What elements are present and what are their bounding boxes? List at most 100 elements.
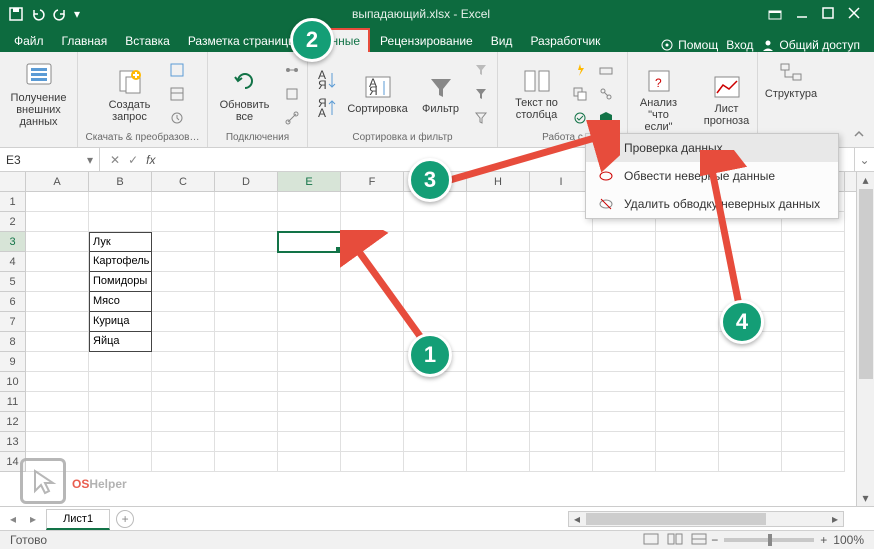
- cell[interactable]: Мясо: [89, 292, 152, 312]
- cell[interactable]: [593, 292, 656, 312]
- cell[interactable]: [152, 412, 215, 432]
- cell[interactable]: [152, 232, 215, 252]
- cell[interactable]: [341, 412, 404, 432]
- tab-home[interactable]: Главная: [54, 30, 116, 52]
- cell[interactable]: [404, 452, 467, 472]
- text-to-columns-button[interactable]: Текст по столбца: [509, 65, 565, 123]
- col-C[interactable]: C: [152, 172, 215, 191]
- col-A[interactable]: A: [26, 172, 89, 191]
- cell[interactable]: [404, 412, 467, 432]
- cell[interactable]: [278, 432, 341, 452]
- cell[interactable]: [530, 412, 593, 432]
- reapply-icon[interactable]: [470, 84, 492, 104]
- cell[interactable]: [782, 372, 845, 392]
- cell[interactable]: [656, 352, 719, 372]
- cell[interactable]: [530, 432, 593, 452]
- cell[interactable]: [593, 352, 656, 372]
- cell[interactable]: [530, 192, 593, 212]
- connections-icon[interactable]: [281, 60, 303, 80]
- cell[interactable]: [152, 192, 215, 212]
- share-button[interactable]: Общий доступ: [761, 38, 860, 52]
- cell[interactable]: [152, 272, 215, 292]
- sheet-nav-prev-icon[interactable]: ◂: [6, 512, 20, 526]
- cell[interactable]: [782, 292, 845, 312]
- cell[interactable]: [278, 232, 341, 252]
- cell[interactable]: [593, 232, 656, 252]
- cell[interactable]: [26, 212, 89, 232]
- cell[interactable]: [593, 312, 656, 332]
- tab-developer[interactable]: Разработчик: [522, 30, 608, 52]
- cell[interactable]: [467, 312, 530, 332]
- cell[interactable]: [278, 372, 341, 392]
- scroll-up-icon[interactable]: ▴: [857, 172, 874, 188]
- cell[interactable]: [593, 452, 656, 472]
- cell[interactable]: [215, 372, 278, 392]
- recent-sources-icon[interactable]: [166, 108, 188, 128]
- col-F[interactable]: F: [341, 172, 404, 191]
- cell[interactable]: [152, 392, 215, 412]
- row-8[interactable]: 8: [0, 332, 26, 352]
- row-10[interactable]: 10: [0, 372, 26, 392]
- cell[interactable]: [656, 332, 719, 352]
- cell[interactable]: [278, 312, 341, 332]
- cell[interactable]: [656, 412, 719, 432]
- cell[interactable]: [278, 212, 341, 232]
- cell[interactable]: [467, 452, 530, 472]
- cell[interactable]: [26, 372, 89, 392]
- cell[interactable]: [782, 412, 845, 432]
- sort-za-icon[interactable]: ЯA: [314, 95, 340, 121]
- save-icon[interactable]: [8, 6, 24, 22]
- zoom-value[interactable]: 100%: [833, 533, 864, 547]
- cell[interactable]: [215, 352, 278, 372]
- cell[interactable]: Лук: [89, 232, 152, 252]
- cell[interactable]: [341, 372, 404, 392]
- tab-pagelayout[interactable]: Разметка страницы: [180, 30, 305, 52]
- cell[interactable]: [26, 272, 89, 292]
- cell[interactable]: [719, 432, 782, 452]
- zoom-in-icon[interactable]: +: [820, 533, 827, 547]
- cell[interactable]: [341, 392, 404, 412]
- from-table-icon[interactable]: [166, 84, 188, 104]
- cell[interactable]: [467, 272, 530, 292]
- remove-duplicates-icon[interactable]: [569, 84, 591, 104]
- cell[interactable]: Яйца: [89, 332, 152, 352]
- cell[interactable]: [656, 452, 719, 472]
- cell[interactable]: [530, 452, 593, 472]
- row-12[interactable]: 12: [0, 412, 26, 432]
- cell[interactable]: [215, 192, 278, 212]
- cell[interactable]: [26, 292, 89, 312]
- cell[interactable]: [467, 192, 530, 212]
- cell[interactable]: [152, 252, 215, 272]
- collapse-ribbon-icon[interactable]: [852, 127, 868, 143]
- refresh-all-button[interactable]: Обновить все: [213, 63, 277, 125]
- minimize-icon[interactable]: [796, 7, 808, 21]
- name-box[interactable]: E3 ▾: [0, 148, 100, 171]
- cell[interactable]: [467, 292, 530, 312]
- qat-customize-icon[interactable]: ▾: [74, 7, 80, 21]
- cell[interactable]: [530, 352, 593, 372]
- tab-insert[interactable]: Вставка: [117, 30, 178, 52]
- close-icon[interactable]: [848, 7, 860, 21]
- cell[interactable]: [593, 432, 656, 452]
- scroll-left-icon[interactable]: ◂: [569, 512, 585, 526]
- cell[interactable]: [530, 252, 593, 272]
- cell[interactable]: [215, 312, 278, 332]
- tab-view[interactable]: Вид: [483, 30, 521, 52]
- zoom-slider[interactable]: [724, 538, 814, 542]
- get-external-data-button[interactable]: Получение внешних данных: [7, 56, 71, 130]
- cell[interactable]: [26, 312, 89, 332]
- cell[interactable]: [404, 392, 467, 412]
- row-5[interactable]: 5: [0, 272, 26, 292]
- cell[interactable]: [278, 272, 341, 292]
- sheet-nav-next-icon[interactable]: ▸: [26, 512, 40, 526]
- cell[interactable]: [467, 412, 530, 432]
- cell[interactable]: [404, 432, 467, 452]
- cell[interactable]: Помидоры: [89, 272, 152, 292]
- cell[interactable]: [530, 372, 593, 392]
- cell[interactable]: [26, 332, 89, 352]
- scroll-down-icon[interactable]: ▾: [857, 490, 874, 506]
- flash-fill-icon[interactable]: [569, 60, 591, 80]
- signin-button[interactable]: Вход: [726, 38, 753, 52]
- cell[interactable]: [719, 352, 782, 372]
- vertical-scrollbar[interactable]: ▴ ▾: [856, 172, 874, 506]
